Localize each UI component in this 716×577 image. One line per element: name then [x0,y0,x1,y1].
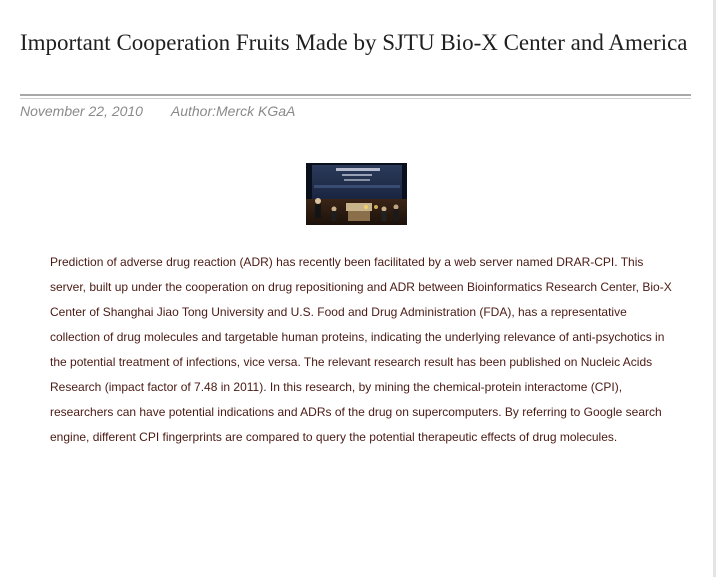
article-date: November 22, 2010 [20,103,143,119]
conference-photo-graphic [306,163,407,225]
article-author: Author:Merck KGaA [170,103,296,119]
title-divider-thin [20,98,691,99]
article-body: Prediction of adverse drug reaction (ADR… [50,255,672,444]
article-meta: November 22, 2010 Author:Merck KGaA [20,103,295,119]
article-title: Important Cooperation Fruits Made by SJT… [20,30,688,55]
title-divider [20,94,691,96]
conference-photo [306,163,407,225]
